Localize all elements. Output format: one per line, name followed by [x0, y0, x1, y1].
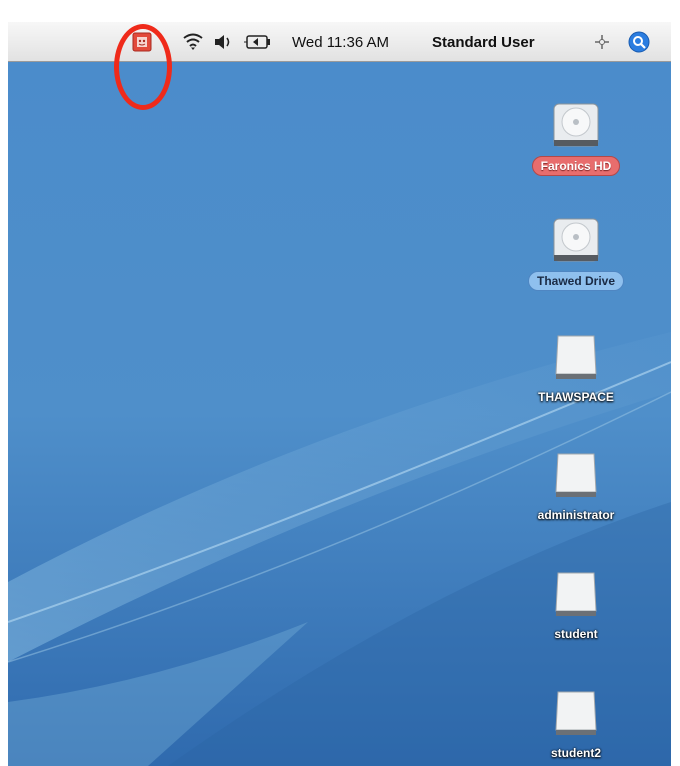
volume-icon	[555, 691, 597, 735]
desktop-icon-label: student	[554, 627, 598, 641]
menu-bar: Wed 11:36 AM Standard User	[8, 22, 671, 62]
red-annotation-circle	[114, 24, 172, 110]
spotlight-icon[interactable]	[628, 30, 650, 54]
desktop-icon-label: student2	[550, 746, 601, 760]
desktop-icon-faronics-hd[interactable]: Faronics HD	[516, 98, 636, 176]
desktop-icon-label: administrator	[537, 508, 615, 522]
volume-icon	[555, 572, 597, 616]
desktop[interactable]: Faronics HD Thawed Drive THAWSPACE admin…	[8, 62, 671, 766]
desktop-icon-label: Faronics HD	[531, 156, 621, 176]
desktop-icon-administrator[interactable]: administrator	[516, 448, 636, 524]
desktop-icon-thawspace[interactable]: THAWSPACE	[516, 330, 636, 406]
volume-icon	[555, 335, 597, 379]
menu-clock[interactable]: Wed 11:36 AM	[292, 30, 389, 54]
screenshot-frame: Wed 11:36 AM Standard User Faronics HD T…	[8, 22, 671, 766]
hard-disk-icon	[553, 218, 599, 262]
desktop-icon-label: Thawed Drive	[527, 271, 625, 291]
desktop-icon-student2[interactable]: student2	[516, 686, 636, 762]
volume-icon	[555, 453, 597, 497]
battery-icon[interactable]	[244, 30, 274, 54]
user-switch-icon[interactable]	[593, 30, 611, 54]
desktop-icon-label: THAWSPACE	[538, 390, 614, 404]
hard-disk-icon	[553, 103, 599, 147]
desktop-icon-student[interactable]: student	[516, 567, 636, 643]
fast-user-switch-name[interactable]: Standard User	[432, 30, 535, 54]
wifi-icon[interactable]	[182, 30, 204, 54]
desktop-icon-thawed-drive[interactable]: Thawed Drive	[516, 213, 636, 291]
volume-icon[interactable]	[213, 30, 233, 54]
